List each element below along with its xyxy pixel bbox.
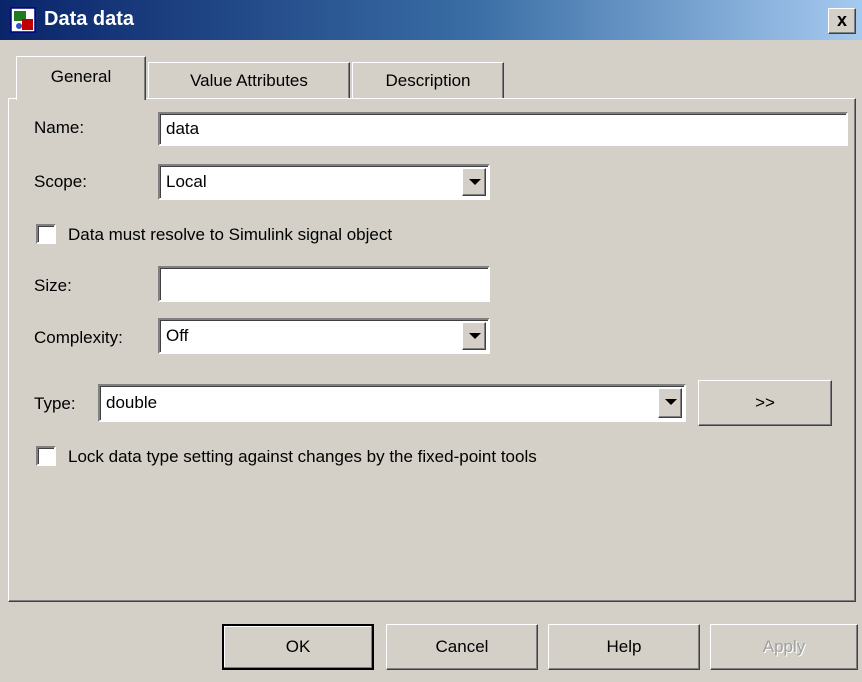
stateflow-data-icon bbox=[10, 7, 36, 33]
type-dropdown[interactable]: double bbox=[98, 384, 686, 422]
ok-button-label: OK bbox=[285, 637, 311, 656]
apply-button-label: Apply bbox=[762, 637, 806, 656]
close-button[interactable]: x bbox=[828, 8, 856, 34]
type-dropdown-value: double bbox=[106, 393, 158, 412]
tab-value-attributes[interactable]: Value Attributes bbox=[148, 62, 350, 99]
title-bar[interactable]: Data data x bbox=[0, 0, 862, 40]
size-label: Size: bbox=[34, 276, 72, 295]
chevron-down-icon[interactable] bbox=[658, 388, 682, 418]
cancel-button[interactable]: Cancel bbox=[386, 624, 538, 670]
apply-button[interactable]: Apply bbox=[710, 624, 858, 670]
cancel-button-label: Cancel bbox=[435, 637, 489, 656]
type-label: Type: bbox=[34, 394, 76, 413]
help-button[interactable]: Help bbox=[548, 624, 700, 670]
scope-dropdown-value: Local bbox=[166, 172, 207, 191]
close-icon: x bbox=[836, 10, 847, 30]
name-field[interactable]: data bbox=[158, 112, 848, 146]
lock-data-type-checkbox[interactable] bbox=[36, 446, 56, 466]
complexity-dropdown[interactable]: Off bbox=[158, 318, 490, 354]
resolve-signal-checkbox[interactable] bbox=[36, 224, 56, 244]
tab-value-attributes-label: Value Attributes bbox=[190, 71, 308, 90]
tab-description-label: Description bbox=[385, 71, 471, 90]
chevron-down-icon[interactable] bbox=[462, 322, 486, 350]
tab-general[interactable]: General bbox=[16, 56, 146, 100]
tab-general-label: General bbox=[50, 67, 112, 86]
chevron-down-icon[interactable] bbox=[462, 168, 486, 196]
window-title: Data data bbox=[44, 8, 135, 30]
scope-dropdown[interactable]: Local bbox=[158, 164, 490, 200]
name-field-value: data bbox=[166, 119, 200, 138]
complexity-dropdown-value: Off bbox=[166, 326, 189, 345]
lock-data-type-checkbox-label: Lock data type setting against changes b… bbox=[68, 447, 537, 466]
complexity-label: Complexity: bbox=[34, 328, 123, 347]
data-type-assistant-button[interactable]: >> bbox=[698, 380, 832, 426]
name-label: Name: bbox=[34, 118, 85, 137]
resolve-signal-checkbox-label: Data must resolve to Simulink signal obj… bbox=[68, 225, 393, 244]
size-field[interactable] bbox=[158, 266, 490, 302]
ok-button[interactable]: OK bbox=[222, 624, 374, 670]
tab-description[interactable]: Description bbox=[352, 62, 504, 99]
scope-label: Scope: bbox=[34, 172, 87, 191]
data-type-assistant-button-label: >> bbox=[755, 393, 775, 412]
help-button-label: Help bbox=[606, 637, 642, 656]
